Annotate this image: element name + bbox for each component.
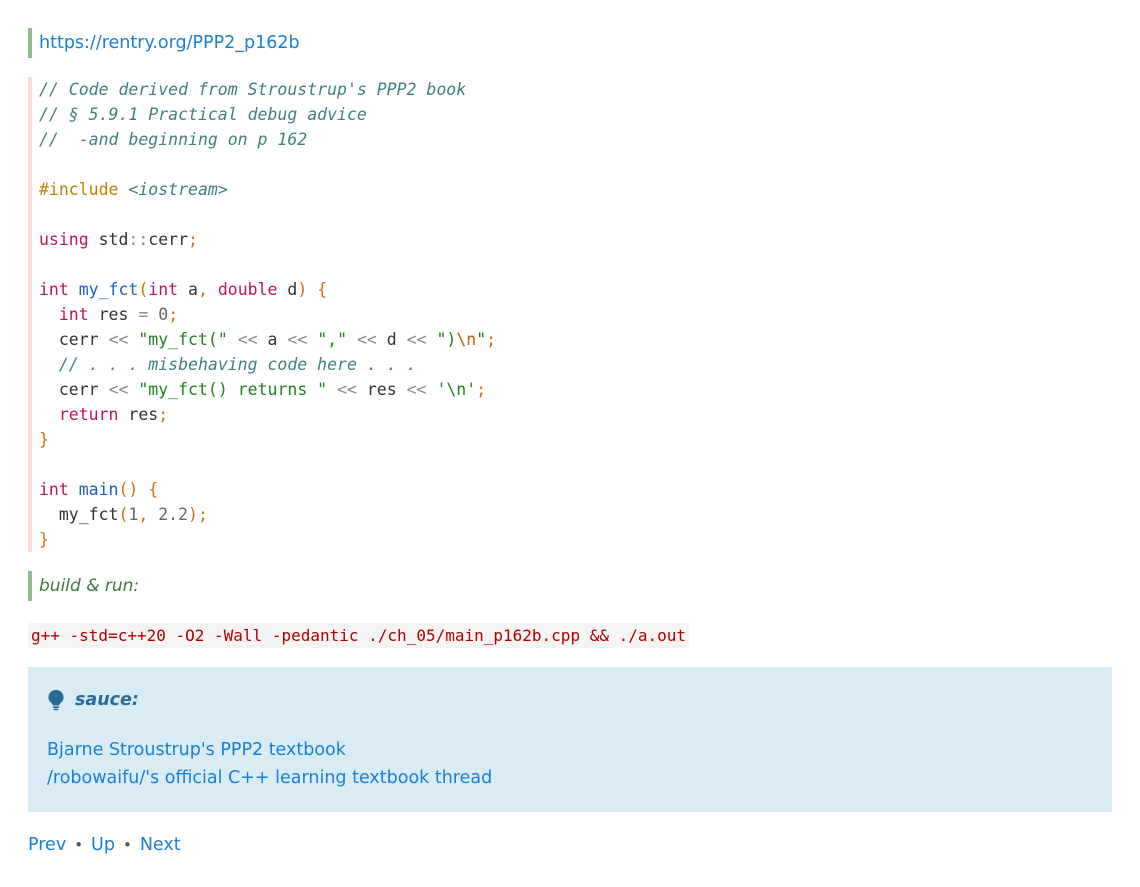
nav-separator: •: [74, 836, 84, 854]
code-string: "): [436, 330, 457, 349]
code-keyword: int: [58, 305, 89, 324]
build-run-label: build & run:: [39, 576, 140, 596]
code-op: <<: [237, 330, 258, 349]
code-string: ",": [317, 330, 348, 349]
code-ident: d: [287, 280, 298, 299]
code-ident: res: [98, 305, 129, 324]
code-block: // Code derived from Stroustrup's PPP2 b…: [28, 77, 752, 552]
next-link[interactable]: Next: [140, 835, 181, 855]
code-preprocessor: #include: [39, 180, 119, 199]
code-comment: // . . . misbehaving code here . . .: [58, 355, 417, 374]
sauce-title: sauce:: [47, 689, 139, 711]
code-ident: cerr: [58, 380, 99, 399]
code-keyword: int: [39, 480, 69, 499]
code-op: <<: [287, 330, 308, 349]
code-punct: ;: [168, 305, 179, 324]
code-punct: ;: [476, 380, 487, 399]
prev-link[interactable]: Prev: [28, 835, 66, 855]
code-keyword: int: [39, 280, 69, 299]
up-link[interactable]: Up: [91, 835, 115, 855]
code-number: 1: [128, 505, 139, 524]
code-punct: ;: [158, 405, 169, 424]
code-ident: a: [188, 280, 198, 299]
sauce-links: Bjarne Stroustrup's PPP2 textbook /robow…: [47, 736, 492, 792]
code-keyword: double: [217, 280, 278, 299]
source-link-quote: https://rentry.org/PPP2_p162b: [28, 28, 300, 58]
code-function: main: [78, 480, 119, 499]
code-escape: \n: [456, 330, 477, 349]
code-keyword: using: [39, 230, 89, 249]
code-punct: ;: [188, 230, 198, 249]
code-function: my_fct: [78, 280, 139, 299]
code-ident: a: [267, 330, 278, 349]
code-content: // Code derived from Stroustrup's PPP2 b…: [39, 80, 497, 549]
code-string: '\n': [436, 380, 477, 399]
code-keyword: int: [148, 280, 179, 299]
code-comment: // Code derived from Stroustrup's PPP2 b…: [39, 80, 467, 99]
build-run-note: build & run:: [28, 571, 139, 601]
sauce-admonition: sauce: Bjarne Stroustrup's PPP2 textbook…: [28, 667, 1112, 812]
page-navigation: Prev • Up • Next: [28, 832, 181, 858]
code-op: <<: [337, 380, 357, 399]
code-ident: cerr: [58, 330, 99, 349]
code-op: ::: [128, 230, 149, 249]
source-link[interactable]: https://rentry.org/PPP2_p162b: [39, 33, 300, 53]
code-number: 0: [158, 305, 169, 324]
code-ident: res: [128, 405, 159, 424]
code-keyword: return: [58, 405, 119, 424]
code-comment: // § 5.9.1 Practical debug advice: [39, 105, 367, 124]
code-string: "my_fct() returns ": [138, 380, 328, 399]
code-op: <<: [356, 330, 377, 349]
code-op: <<: [406, 380, 427, 399]
ppp2-textbook-link[interactable]: Bjarne Stroustrup's PPP2 textbook: [47, 736, 492, 764]
lightbulb-icon: [48, 690, 64, 711]
sauce-title-text: sauce:: [75, 690, 139, 710]
code-ident: d: [386, 330, 397, 349]
nav-separator: •: [122, 836, 132, 854]
build-command: g++ -std=c++20 -O2 -Wall -pedantic ./ch_…: [28, 623, 690, 648]
code-punct: ;: [486, 330, 497, 349]
code-op: <<: [406, 330, 427, 349]
code-ident: std: [98, 230, 129, 249]
code-op: <<: [108, 330, 129, 349]
code-comment: // -and beginning on p 162: [39, 130, 308, 149]
code-ident: res: [366, 380, 397, 399]
code-string: "my_fct(": [138, 330, 228, 349]
code-op: <<: [108, 380, 129, 399]
code-include-file: <iostream>: [128, 180, 228, 199]
code-ident: cerr: [148, 230, 189, 249]
learning-thread-link[interactable]: /robowaifu/'s official C++ learning text…: [47, 764, 492, 792]
code-ident: my_fct: [58, 505, 119, 524]
page: https://rentry.org/PPP2_p162b // Code de…: [0, 0, 1140, 887]
code-number: 2.2: [158, 505, 189, 524]
code-string: ": [476, 330, 487, 349]
